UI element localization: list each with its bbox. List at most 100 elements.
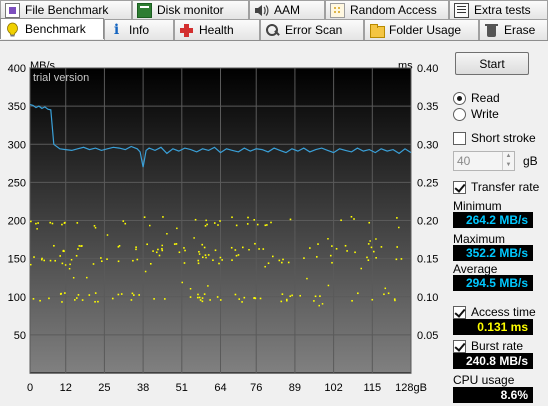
tab-random-access[interactable]: Random Access [325,0,449,19]
access-time-point [117,293,120,296]
access-time-point [146,243,148,246]
tab-error-scan[interactable]: Error Scan [260,19,364,40]
x-tick-label: 25 [98,382,110,394]
average-value: 294.5 MB/s [453,275,533,291]
tab-file-benchmark[interactable]: File Benchmark [0,0,132,19]
access-time-point [327,238,329,240]
access-time-point [73,299,76,301]
access-time-point [267,262,270,265]
access-time-point [161,249,164,252]
y2-tick-label: 0.10 [417,292,438,304]
access-time-point [72,276,75,279]
access-time-point [331,245,333,247]
access-time-value: 0.131 ms [453,319,533,335]
short-stroke-label: Short stroke [471,131,536,145]
tab-label: Folder Usage [389,23,462,37]
access-time-point [86,276,88,279]
access-time-point [166,233,168,235]
access-time-point [198,253,201,255]
access-time-point [162,216,164,218]
access-time-point [201,256,204,259]
access-time-point [197,259,200,262]
access-time-point [157,248,159,251]
access-time-point [231,259,233,261]
burst-rate-checkbox[interactable]: Burst rate [453,339,523,353]
access-time-point [189,287,192,290]
y2-tick-label: 0.05 [417,330,438,342]
access-time-point [64,221,66,224]
minimum-value: 264.2 MB/s [453,212,533,228]
spinner-arrows[interactable]: ▲ ▼ [502,152,514,170]
short-stroke-checkbox[interactable]: Short stroke [453,131,536,145]
access-time-point [314,295,317,298]
spin-up-icon[interactable]: ▲ [503,152,514,161]
health-cross-icon [179,23,194,38]
tab-row-bottom: Benchmark i Info Health Error Scan Folde… [0,18,548,40]
access-time-point [49,221,52,224]
spin-down-icon[interactable]: ▼ [503,161,514,170]
short-stroke-input[interactable] [454,152,502,170]
access-time-checkbox[interactable]: Access time [453,305,536,319]
access-time-point [247,216,249,219]
access-time-point [360,267,363,270]
tab-erase[interactable]: Erase [479,19,548,40]
access-time-point [264,265,266,268]
access-time-point [387,292,390,295]
access-time-point [262,248,265,250]
access-time-point [246,223,249,225]
tab-info[interactable]: i Info [104,19,174,40]
read-radio[interactable]: Read [453,91,500,105]
access-time-point [69,263,71,266]
access-time-point [218,262,220,265]
access-time-point [64,264,67,266]
random-access-icon [330,2,345,18]
access-time-point [271,255,274,258]
speaker-icon [254,3,269,18]
access-time-point [175,243,178,245]
start-button[interactable]: Start [455,52,529,75]
burst-rate-value: 240.8 MB/s [453,353,533,369]
y2-tick-label: 0.30 [417,139,438,151]
access-time-point [331,261,333,264]
write-label: Write [471,107,499,121]
access-time-point [131,292,134,295]
y2-tick-label: 0.20 [417,216,438,228]
access-time-point [219,220,221,222]
access-time-point [205,256,207,259]
access-time-point [212,259,214,262]
y-tick-label: 100 [8,292,26,304]
tab-label: File Benchmark [25,3,109,17]
access-time-point [206,223,208,226]
access-time-point [155,251,158,254]
access-time-point [205,219,207,222]
access-time-point [234,249,237,251]
tab-folder-usage[interactable]: Folder Usage [364,19,479,40]
access-time-point [281,261,283,264]
x-tick-label: 102 [324,382,342,394]
access-time-point [335,247,338,250]
tab-label: Erase [504,23,536,37]
tab-disk-monitor[interactable]: Disk monitor [132,0,249,19]
folder-icon [369,23,385,38]
access-time-point [285,298,288,301]
access-time-point [237,254,240,256]
short-stroke-spinner[interactable]: ▲ ▼ [453,151,515,171]
trial-watermark: trial version [33,72,89,84]
burst-rate-label: Burst rate [471,339,524,353]
tab-health[interactable]: Health [174,19,260,40]
y2-tick-label: 0.25 [417,177,438,189]
access-time-point [380,246,383,248]
write-radio[interactable]: Write [453,107,499,121]
transfer-rate-checkbox[interactable]: Transfer rate [453,180,539,194]
access-time-point [161,244,163,247]
tab-extra-tests[interactable]: Extra tests [449,0,548,19]
tab-aam[interactable]: AAM [249,0,325,19]
tab-benchmark[interactable]: Benchmark [0,18,104,39]
access-time-point [368,221,371,224]
access-time-point [92,263,95,265]
access-time-point [36,228,38,230]
access-time-point [152,250,154,252]
access-time-point [81,299,84,301]
cpu-usage-label: CPU usage [453,373,515,387]
access-time-point [230,246,233,249]
